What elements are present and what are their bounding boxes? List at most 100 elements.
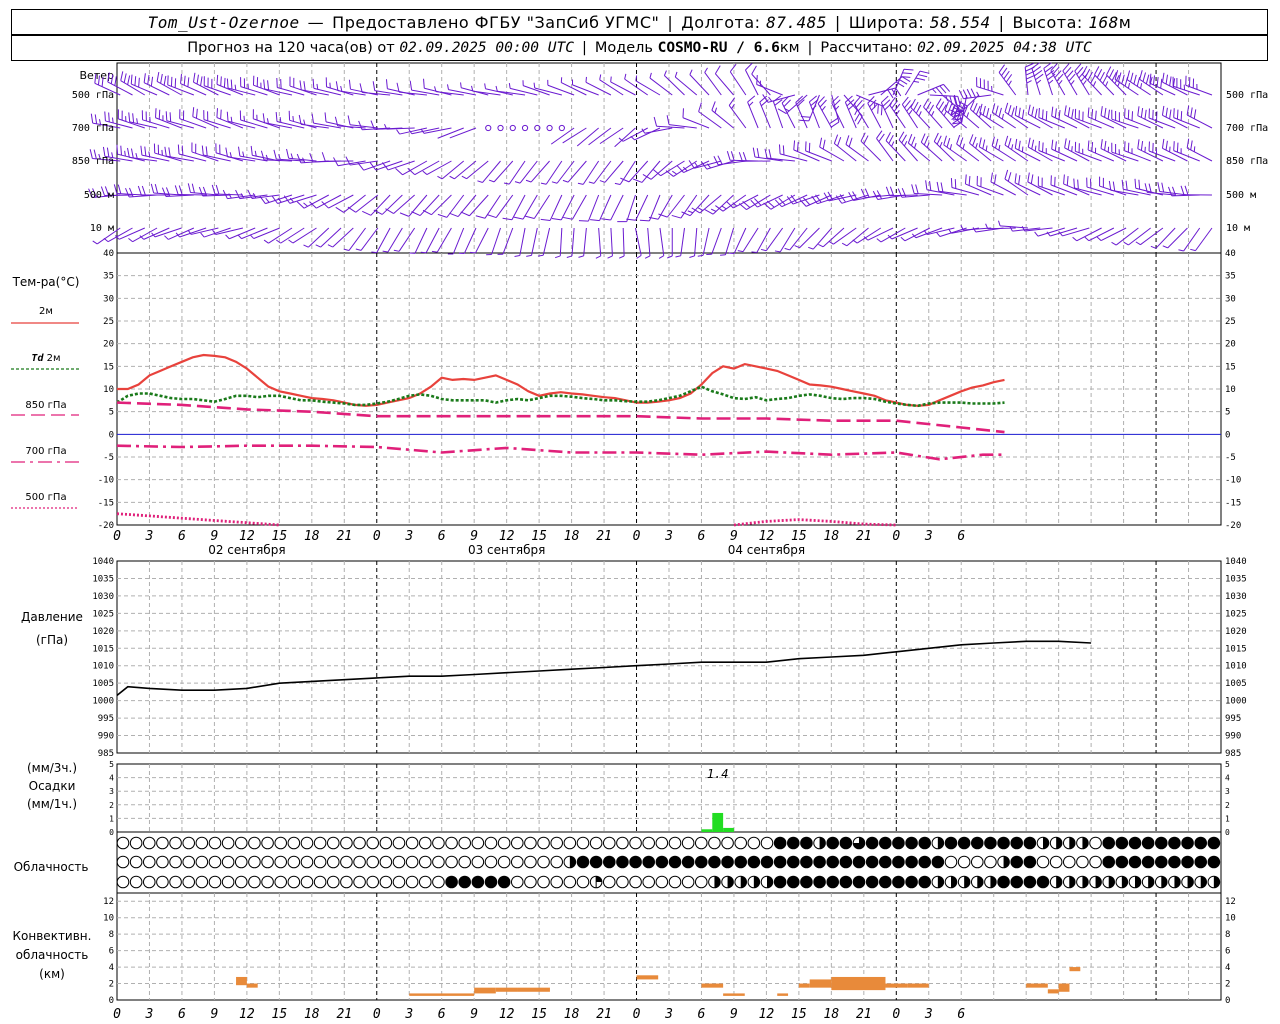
temp-ytick-right: 25 xyxy=(1225,317,1236,327)
wind-barb xyxy=(1148,108,1176,129)
conv-xtick: 18 xyxy=(824,1007,840,1022)
cloud-symbol xyxy=(432,836,445,850)
cloud-symbol xyxy=(629,855,642,869)
wind-barb xyxy=(979,103,1004,129)
cloud-symbol xyxy=(1194,836,1208,850)
cloud-symbol xyxy=(300,855,314,869)
cloud-symbol xyxy=(392,855,406,869)
conv-xtick: 6 xyxy=(178,1007,186,1022)
cloud-symbol xyxy=(931,855,945,869)
wind-barb xyxy=(704,67,722,96)
wind-barb xyxy=(845,135,869,162)
cloud-symbol xyxy=(418,836,432,850)
cloud-symbol xyxy=(405,855,419,869)
conv-bar xyxy=(246,983,258,988)
wind-barb xyxy=(1062,63,1078,96)
temp-xtick: 3 xyxy=(664,529,673,544)
wind-barb xyxy=(759,95,771,129)
precip-bars xyxy=(701,812,734,832)
cloud-symbol xyxy=(773,855,787,869)
wind-barb xyxy=(420,227,440,254)
cloud-symbol xyxy=(944,875,958,889)
cloud-symbol xyxy=(721,855,734,869)
temp-ytick-right: 30 xyxy=(1225,294,1236,304)
wind-barb xyxy=(1178,227,1201,252)
temp-ytick-right: 35 xyxy=(1225,272,1236,282)
conv-ytick-right: 8 xyxy=(1225,930,1230,940)
wind-barb xyxy=(998,64,1017,96)
temp-ytick-left: 30 xyxy=(103,294,114,304)
cloud-symbol xyxy=(353,836,366,850)
conv-xtick: 3 xyxy=(404,1007,413,1022)
conv-xtick: 0 xyxy=(113,1007,121,1022)
cloud-symbol xyxy=(576,875,590,889)
cloud-symbol xyxy=(602,855,616,869)
press-ytick-left: 1000 xyxy=(92,697,114,707)
wind-barb xyxy=(113,184,145,196)
wind-barb xyxy=(120,71,146,96)
conv-ytick-left: 2 xyxy=(109,980,114,990)
conv-ytick-right: 6 xyxy=(1225,947,1230,957)
temp-xtick: 12 xyxy=(499,529,515,544)
cloud-symbol xyxy=(800,836,813,850)
cloud-symbol xyxy=(721,836,734,850)
temp-xtick: 21 xyxy=(856,529,872,544)
wind-barb xyxy=(818,227,845,248)
wind-barb xyxy=(1014,138,1041,162)
wind-barb xyxy=(747,95,759,129)
cloud-symbol xyxy=(340,855,353,869)
wind-barb xyxy=(1082,65,1102,96)
conv-bar xyxy=(495,987,518,992)
cloud-symbol xyxy=(221,855,235,869)
cloud-symbol xyxy=(1207,875,1221,889)
wind-barb xyxy=(1024,62,1036,96)
wind-barb xyxy=(601,194,624,221)
wind-barb xyxy=(607,227,613,259)
wind-barb xyxy=(1027,104,1053,129)
cloud-symbol xyxy=(602,875,616,889)
conv-xtick: 18 xyxy=(564,1007,580,1022)
cloud-symbol xyxy=(300,875,314,889)
wind-barb xyxy=(936,227,967,238)
cloud-symbol xyxy=(1102,855,1116,869)
wind-barb xyxy=(1031,62,1044,96)
date-label: 03 сентября xyxy=(468,543,545,557)
wind-barb xyxy=(578,194,600,222)
cloud-symbol xyxy=(813,855,826,869)
cloud-symbol xyxy=(708,875,721,889)
cloud-symbol xyxy=(182,875,196,889)
conv-bar xyxy=(1058,983,1070,992)
cloud-symbol xyxy=(865,875,879,889)
wind-barb xyxy=(617,194,636,223)
cloud-symbol xyxy=(1089,855,1102,869)
wind-barb xyxy=(1100,106,1127,129)
conv-ytick-left: 10 xyxy=(103,914,114,924)
cloud-symbol xyxy=(1049,855,1063,869)
cloud-symbol xyxy=(471,836,485,850)
cloud-symbol xyxy=(418,875,432,889)
temp-ytick-right: -15 xyxy=(1225,498,1241,508)
temp-ytick-left: 0 xyxy=(109,430,114,440)
cloud-symbol xyxy=(1181,836,1194,850)
cloud-symbol xyxy=(445,875,458,889)
cloud-symbol xyxy=(813,836,826,850)
cloud-symbol xyxy=(839,836,853,850)
cloud-symbol xyxy=(668,855,682,869)
temp-ytick-right: 40 xyxy=(1225,249,1236,259)
conv-bar xyxy=(409,993,475,996)
wind-barb xyxy=(551,194,575,221)
wind-barb xyxy=(1162,72,1188,96)
wind-level-left: 700 гПа xyxy=(72,123,114,134)
conv-ytick-right: 2 xyxy=(1225,980,1230,990)
cloud-symbol xyxy=(1049,836,1063,850)
cloud-symbol xyxy=(1207,855,1221,869)
press-ytick-left: 1025 xyxy=(92,609,114,619)
cloud-symbol xyxy=(642,875,656,889)
cloud-symbol xyxy=(116,855,130,869)
temp-ytick-right: -10 xyxy=(1225,476,1241,486)
cloud-symbol xyxy=(1141,836,1155,850)
conv-xtick: 9 xyxy=(730,1007,738,1022)
temp-ytick-left: 20 xyxy=(103,340,114,350)
precip-ytick-left: 5 xyxy=(109,760,114,769)
cloud-symbol xyxy=(208,875,222,889)
